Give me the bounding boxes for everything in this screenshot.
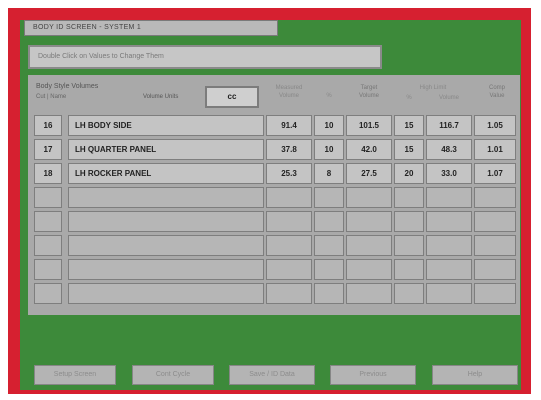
row-name-cell[interactable]: LH BODY SIDE bbox=[68, 115, 264, 136]
previous-button[interactable]: Previous bbox=[330, 365, 416, 385]
col-high-limit-header: High Limit bbox=[419, 85, 447, 91]
row-measured-cell[interactable] bbox=[266, 211, 312, 232]
row-id-cell: 18 bbox=[34, 163, 62, 184]
col-target-line2: Volume bbox=[358, 93, 379, 99]
col-measured-line1: Measured bbox=[275, 85, 303, 91]
col-high-pct-header: % bbox=[406, 95, 412, 101]
row-high-volume-cell[interactable] bbox=[426, 235, 472, 256]
row-comp-cell[interactable]: 1.01 bbox=[474, 139, 516, 160]
row-high-pct-cell[interactable] bbox=[394, 187, 424, 208]
cont-cycle-button[interactable]: Cont Cycle bbox=[132, 365, 214, 385]
help-button[interactable]: Help bbox=[432, 365, 518, 385]
row-target-cell[interactable] bbox=[346, 235, 392, 256]
row-high-pct-cell[interactable] bbox=[394, 211, 424, 232]
col-comp-line1: Comp bbox=[488, 85, 505, 91]
row-measured-pct-cell[interactable] bbox=[314, 211, 344, 232]
row-measured-cell[interactable] bbox=[266, 283, 312, 304]
row-comp-cell[interactable] bbox=[474, 283, 516, 304]
row-id-cell bbox=[34, 235, 62, 256]
row-name-cell[interactable] bbox=[68, 211, 264, 232]
row-measured-pct-cell[interactable] bbox=[314, 187, 344, 208]
row-name-cell[interactable] bbox=[68, 187, 264, 208]
col-measured-pct-header: % bbox=[326, 93, 332, 99]
row-comp-cell[interactable] bbox=[474, 187, 516, 208]
row-high-volume-cell[interactable] bbox=[426, 211, 472, 232]
row-comp-cell[interactable] bbox=[474, 259, 516, 280]
row-id-cell: 17 bbox=[34, 139, 62, 160]
row-high-volume-cell[interactable] bbox=[426, 283, 472, 304]
units-label: Volume Units bbox=[143, 94, 179, 100]
row-high-volume-cell[interactable]: 116.7 bbox=[426, 115, 472, 136]
row-comp-cell[interactable]: 1.05 bbox=[474, 115, 516, 136]
row-high-pct-cell[interactable] bbox=[394, 235, 424, 256]
row-measured-pct-cell[interactable]: 10 bbox=[314, 115, 344, 136]
row-id-cell bbox=[34, 187, 62, 208]
col-comp-header: Comp Value bbox=[474, 84, 520, 100]
row-measured-pct-cell[interactable]: 8 bbox=[314, 163, 344, 184]
row-measured-cell[interactable] bbox=[266, 235, 312, 256]
row-target-cell[interactable]: 27.5 bbox=[346, 163, 392, 184]
row-high-pct-cell[interactable]: 15 bbox=[394, 139, 424, 160]
row-id-cell bbox=[34, 259, 62, 280]
col-high-volume-header: Volume bbox=[438, 95, 459, 101]
row-high-volume-cell[interactable]: 48.3 bbox=[426, 139, 472, 160]
row-id-cell: 16 bbox=[34, 115, 62, 136]
row-measured-cell[interactable]: 25.3 bbox=[266, 163, 312, 184]
units-selector[interactable]: cc bbox=[205, 86, 259, 108]
row-measured-pct-cell[interactable] bbox=[314, 283, 344, 304]
col-measured-header: Measured Volume bbox=[266, 84, 312, 100]
col-comp-line2: Value bbox=[489, 93, 505, 99]
row-target-cell[interactable] bbox=[346, 187, 392, 208]
row-target-cell[interactable] bbox=[346, 211, 392, 232]
row-measured-cell[interactable]: 91.4 bbox=[266, 115, 312, 136]
row-measured-pct-cell[interactable]: 10 bbox=[314, 139, 344, 160]
row-target-cell[interactable] bbox=[346, 259, 392, 280]
row-high-pct-cell[interactable] bbox=[394, 259, 424, 280]
row-comp-cell[interactable] bbox=[474, 235, 516, 256]
save-id-data-button[interactable]: Save / ID Data bbox=[229, 365, 315, 385]
row-target-cell[interactable]: 101.5 bbox=[346, 115, 392, 136]
screen-title: BODY ID SCREEN - SYSTEM 1 bbox=[24, 20, 278, 36]
row-high-pct-cell[interactable]: 20 bbox=[394, 163, 424, 184]
col-target-line1: Target bbox=[360, 85, 378, 91]
row-target-cell[interactable]: 42.0 bbox=[346, 139, 392, 160]
row-high-volume-cell[interactable]: 33.0 bbox=[426, 163, 472, 184]
row-name-cell[interactable] bbox=[68, 235, 264, 256]
setup-screen-button[interactable]: Setup Screen bbox=[34, 365, 116, 385]
row-high-volume-cell[interactable] bbox=[426, 187, 472, 208]
row-id-cell bbox=[34, 283, 62, 304]
row-high-pct-cell[interactable]: 15 bbox=[394, 115, 424, 136]
panel-heading: Body Style Volumes bbox=[36, 83, 99, 90]
row-target-cell[interactable] bbox=[346, 283, 392, 304]
row-measured-pct-cell[interactable] bbox=[314, 235, 344, 256]
row-measured-pct-cell[interactable] bbox=[314, 259, 344, 280]
instruction-field: Double Click on Values to Change Them bbox=[28, 45, 382, 69]
col-measured-line2: Volume bbox=[278, 93, 299, 99]
row-name-cell[interactable] bbox=[68, 259, 264, 280]
row-measured-cell[interactable] bbox=[266, 187, 312, 208]
row-high-pct-cell[interactable] bbox=[394, 283, 424, 304]
row-name-cell[interactable] bbox=[68, 283, 264, 304]
row-id-cell bbox=[34, 211, 62, 232]
row-comp-cell[interactable] bbox=[474, 211, 516, 232]
row-name-cell[interactable]: LH ROCKER PANEL bbox=[68, 163, 264, 184]
row-measured-cell[interactable]: 37.8 bbox=[266, 139, 312, 160]
panel-subheading: Cut | Name bbox=[36, 94, 67, 100]
row-high-volume-cell[interactable] bbox=[426, 259, 472, 280]
row-name-cell[interactable]: LH QUARTER PANEL bbox=[68, 139, 264, 160]
row-comp-cell[interactable]: 1.07 bbox=[474, 163, 516, 184]
col-target-header: Target Volume bbox=[346, 84, 392, 100]
row-measured-cell[interactable] bbox=[266, 259, 312, 280]
